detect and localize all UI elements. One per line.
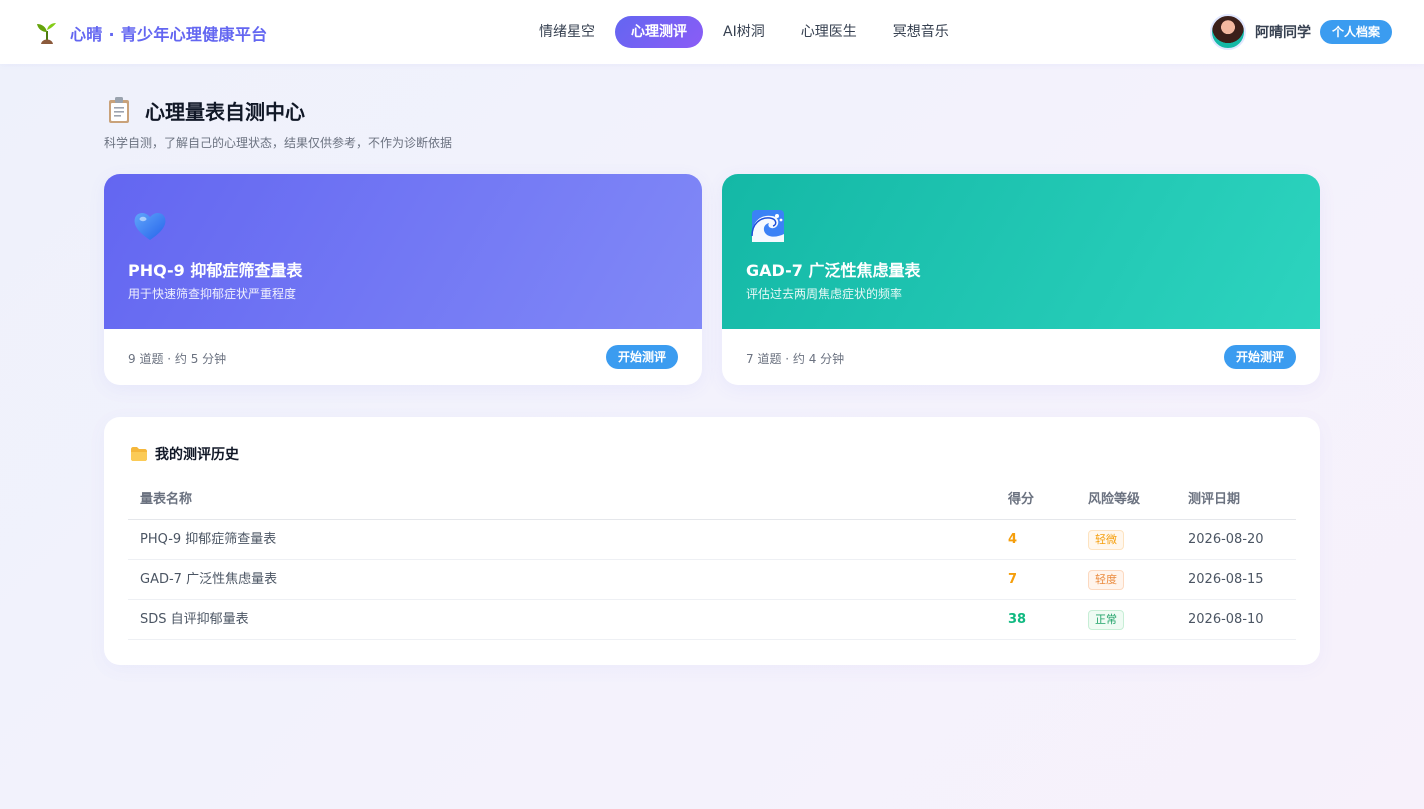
history-title: 我的测评历史 [155,447,239,463]
assessment-card-gad7[interactable]: GAD-7 广泛性焦虑量表 评估过去两周焦虑症状的频率 7 道题 · 约 4 分… [722,174,1320,385]
row-scale-name: GAD-7 广泛性焦虑量表 [140,572,278,587]
brand-name: 心晴 · 青少年心理健康平台 [70,25,268,44]
start-assessment-button[interactable]: 开始测评 [605,345,678,369]
clipboard-icon [109,97,129,123]
card-description: 用于快速筛查抑郁症状严重程度 [128,287,297,301]
card-meta: 7 道题 · 约 4 分钟 [746,352,845,366]
profile-button[interactable]: 个人档案 [1319,20,1392,44]
navbar: 心晴 · 青少年心理健康平台 情绪星空 心理测评 AI树洞 心理医生 冥想音乐 … [0,0,1424,64]
card-banner: GAD-7 广泛性焦虑量表 评估过去两周焦虑症状的频率 [722,174,1320,329]
nav-item-emotion-sky[interactable]: 情绪星空 [523,16,611,48]
card-title: PHQ-9 抑郁症筛查量表 [128,261,303,280]
table-row[interactable]: PHQ-9 抑郁症筛查量表 4 轻微 2026-08-20 [128,520,1296,560]
nav-item-counselor[interactable]: 心理医生 [785,16,873,48]
row-score: 4 [1008,532,1018,547]
column-header-risk: 风险等级 [1088,492,1141,507]
sprout-icon [37,23,56,44]
row-scale-name: SDS 自评抑郁量表 [140,612,249,627]
card-title: GAD-7 广泛性焦虑量表 [746,261,921,280]
user-name: 阿晴同学 [1254,25,1311,41]
brand[interactable]: 心晴 · 青少年心理健康平台 [34,19,267,47]
column-header-name: 量表名称 [140,492,193,507]
history-table: 量表名称 得分 风险等级 测评日期 PHQ-9 抑郁症筛查量表 4 轻微 202… [128,480,1296,640]
row-date: 2026-08-15 [1188,572,1264,587]
card-meta: 9 道题 · 约 5 分钟 [128,352,227,366]
risk-badge: 轻微 [1088,529,1124,550]
risk-badge: 正常 [1088,609,1124,630]
page-header: 心理量表自测中心 科学自测，了解自己的心理状态，结果仅供参考，不作为诊断依据 [104,94,1320,151]
risk-badge: 轻度 [1088,569,1124,590]
card-banner: PHQ-9 抑郁症筛查量表 用于快速筛查抑郁症状严重程度 [104,174,702,329]
folder-icon [131,447,147,461]
assessment-card-phq9[interactable]: PHQ-9 抑郁症筛查量表 用于快速筛查抑郁症状严重程度 9 道题 · 约 5 … [104,174,702,385]
row-date: 2026-08-20 [1188,532,1264,547]
table-row[interactable]: GAD-7 广泛性焦虑量表 7 轻度 2026-08-15 [128,560,1296,600]
start-assessment-button[interactable]: 开始测评 [1223,345,1296,369]
page-title: 心理量表自测中心 [145,99,305,124]
assessment-history-panel: 我的测评历史 量表名称 得分 风险等级 测评日期 PHQ-9 抑郁症筛查量表 4… [104,417,1320,665]
nav-item-meditation-music[interactable]: 冥想音乐 [877,16,965,48]
card-description: 评估过去两周焦虑症状的频率 [746,287,903,301]
assessment-cards: PHQ-9 抑郁症筛查量表 用于快速筛查抑郁症状严重程度 9 道题 · 约 5 … [104,174,1320,385]
blue-heart-icon [134,212,166,240]
row-date: 2026-08-10 [1188,612,1264,627]
nav-item-assessment[interactable]: 心理测评 [615,16,703,48]
table-header: 量表名称 得分 风险等级 测评日期 [128,480,1296,520]
table-row[interactable]: SDS 自评抑郁量表 38 正常 2026-08-10 [128,600,1296,640]
row-score: 7 [1008,572,1018,587]
column-header-date: 测评日期 [1188,492,1241,507]
page-subtitle: 科学自测，了解自己的心理状态，结果仅供参考，不作为诊断依据 [104,136,453,150]
water-wave-icon [751,210,784,242]
row-scale-name: PHQ-9 抑郁症筛查量表 [140,532,277,547]
column-header-score: 得分 [1008,492,1035,507]
avatar[interactable] [1209,14,1246,50]
main-nav: 情绪星空 心理测评 AI树洞 心理医生 冥想音乐 [523,16,969,48]
row-score: 38 [1008,612,1027,627]
user-area: 阿晴同学 个人档案 [1209,14,1392,50]
nav-item-ai-treehole[interactable]: AI树洞 [707,16,781,48]
